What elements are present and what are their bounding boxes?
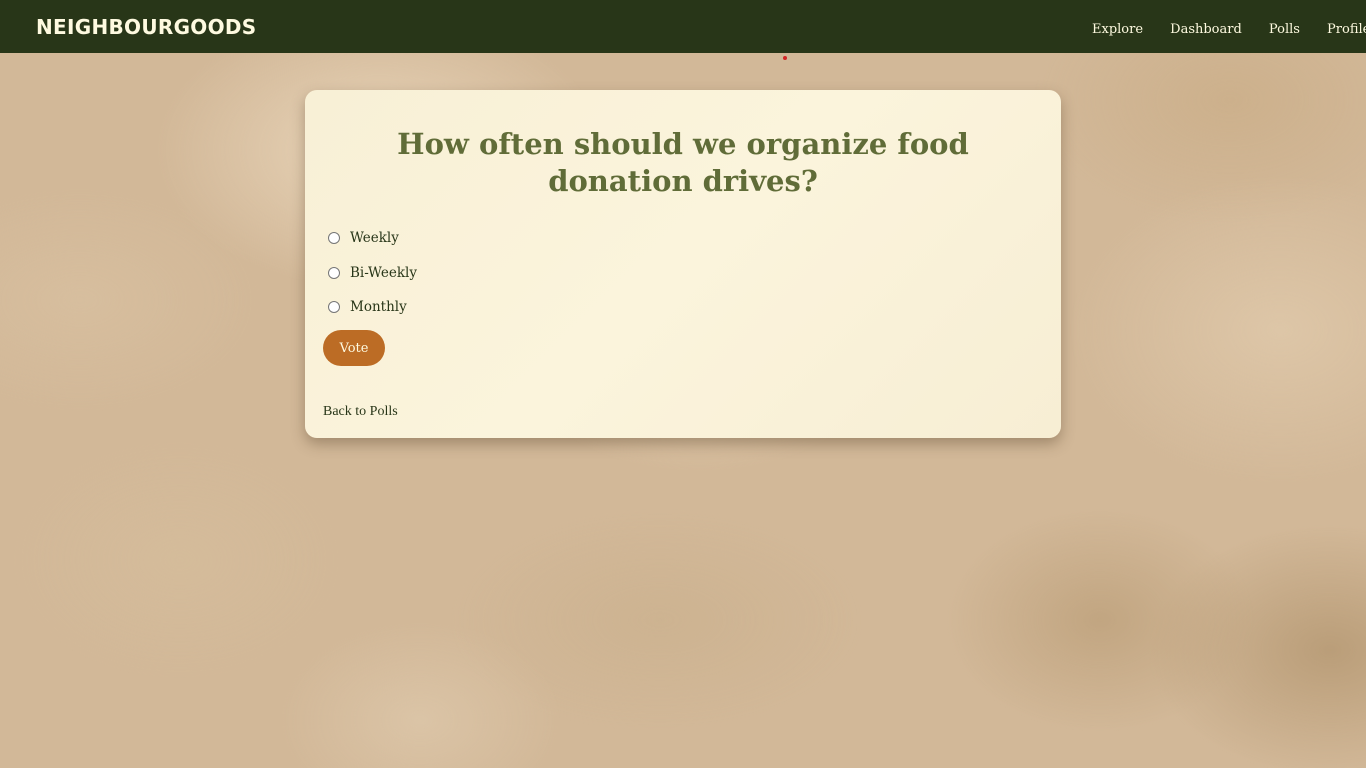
- option-label-weekly[interactable]: Weekly: [350, 228, 399, 248]
- radio-bi-weekly[interactable]: [328, 266, 340, 279]
- option-label-bi-weekly[interactable]: Bi-Weekly: [350, 263, 417, 283]
- top-navbar: NEIGHBOURGOODS Explore Dashboard Polls P…: [0, 0, 1366, 53]
- back-to-polls-link[interactable]: Back to Polls: [323, 403, 398, 421]
- option-label-monthly[interactable]: Monthly: [350, 297, 407, 317]
- brand-logo-link[interactable]: NEIGHBOURGOODS: [36, 14, 257, 40]
- vote-button[interactable]: Vote: [323, 330, 385, 366]
- nav-links: Explore Dashboard Polls Profile L: [1092, 18, 1366, 40]
- nav-link-explore[interactable]: Explore: [1092, 20, 1143, 40]
- red-indicator-dot: [783, 56, 787, 60]
- radio-weekly[interactable]: [328, 232, 340, 244]
- poll-question-title: How often should we organize food donati…: [397, 127, 969, 198]
- nav-link-dashboard[interactable]: Dashboard: [1170, 20, 1242, 40]
- nav-link-polls[interactable]: Polls: [1269, 20, 1300, 40]
- poll-card: How often should we organize food donati…: [305, 90, 1061, 438]
- nav-link-profile[interactable]: Profile: [1327, 20, 1366, 40]
- radio-monthly[interactable]: [328, 301, 340, 313]
